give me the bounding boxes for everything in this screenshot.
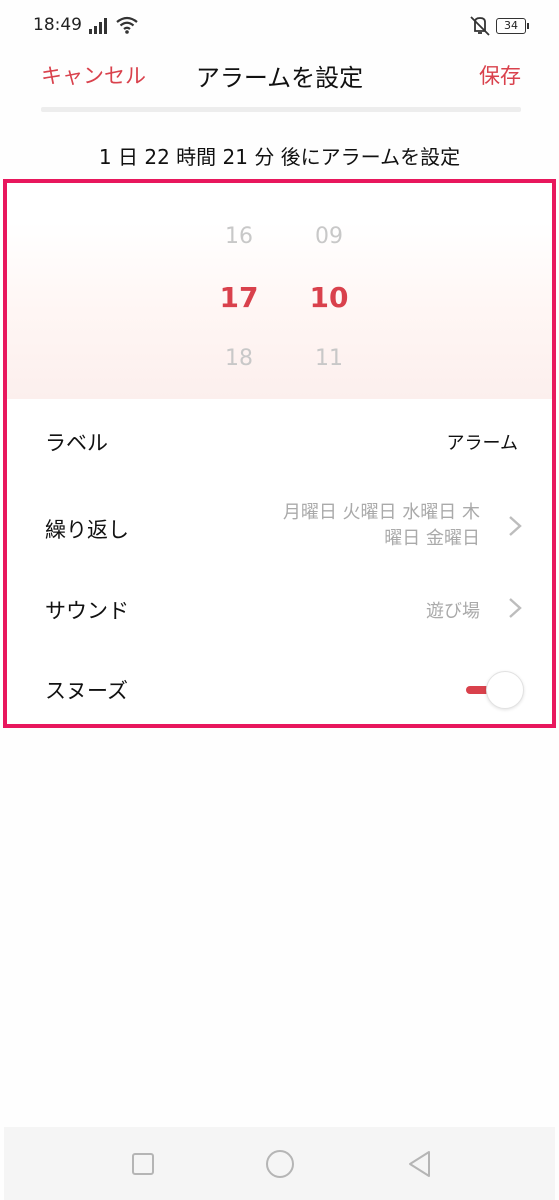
header: キャンセル アラームを設定 保存 (0, 52, 559, 102)
sound-setting-value: 遊び場 (426, 601, 480, 622)
repeat-value-line1: 月曜日 火曜日 水曜日 木 (282, 502, 480, 523)
wifi-icon (116, 16, 138, 34)
recents-square-icon[interactable] (126, 1147, 160, 1181)
snooze-setting-title: スヌーズ (45, 679, 128, 703)
minute-prev[interactable]: 09 (299, 224, 359, 249)
minute-next[interactable]: 11 (299, 346, 359, 371)
status-time: 18:49 (33, 15, 82, 35)
header-divider (41, 107, 521, 112)
home-circle-icon[interactable] (263, 1147, 297, 1181)
snooze-setting-row: スヌーズ (7, 649, 552, 724)
mute-icon (470, 16, 490, 36)
signal-icon (89, 18, 107, 34)
repeat-setting-title: 繰り返し (45, 518, 129, 542)
label-setting-row[interactable]: ラベル アラーム (7, 399, 552, 484)
status-bar: 18:49 34 (0, 0, 559, 52)
time-picker[interactable]: 16 17 18 09 10 11 (7, 183, 552, 399)
chevron-right-icon (509, 598, 522, 618)
hour-selected[interactable]: 17 (209, 281, 269, 314)
hour-wheel[interactable]: 16 17 18 (209, 183, 269, 399)
back-triangle-icon[interactable] (402, 1147, 436, 1181)
hour-prev[interactable]: 16 (209, 224, 269, 249)
repeat-setting-value: 月曜日 火曜日 水曜日 木 曜日 金曜日 (250, 500, 480, 552)
minute-selected[interactable]: 10 (299, 281, 359, 314)
save-button[interactable]: 保存 (479, 60, 521, 90)
snooze-toggle[interactable] (462, 671, 524, 711)
label-setting-value: アラーム (446, 433, 518, 454)
sound-setting-title: サウンド (45, 599, 129, 623)
alarm-countdown-text: 1 日 22 時間 21 分 後にアラームを設定 (98, 145, 461, 169)
sound-setting-row[interactable]: サウンド 遊び場 (7, 569, 552, 649)
system-nav-bar (4, 1127, 555, 1200)
toggle-knob[interactable] (486, 671, 524, 709)
chevron-right-icon (509, 516, 522, 536)
minute-wheel[interactable]: 09 10 11 (299, 183, 359, 399)
label-setting-title: ラベル (45, 431, 108, 455)
alarm-settings-panel: 16 17 18 09 10 11 ラベル アラーム 繰り返し 月曜日 火曜日 … (3, 179, 556, 728)
page-title: アラームを設定 (195, 64, 364, 92)
battery-icon: 34 (496, 18, 529, 34)
repeat-value-line2: 曜日 金曜日 (384, 528, 480, 549)
repeat-setting-row[interactable]: 繰り返し 月曜日 火曜日 水曜日 木 曜日 金曜日 (7, 484, 552, 569)
hour-next[interactable]: 18 (209, 346, 269, 371)
